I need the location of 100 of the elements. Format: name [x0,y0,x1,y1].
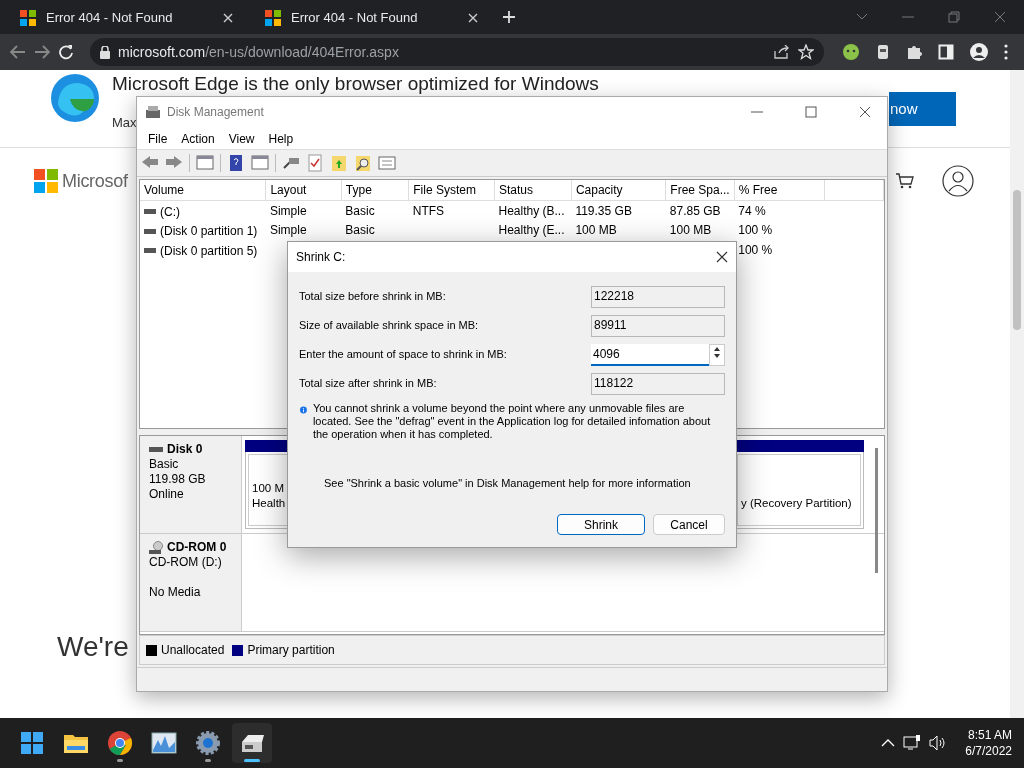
drive-icon [144,228,156,234]
volume-icon[interactable] [929,735,948,751]
more-icon[interactable] [1004,44,1008,60]
table-cell-text: Basic [345,222,375,240]
lock-icon [100,45,110,59]
microsoft-logo-icon [34,169,58,193]
star-icon[interactable] [798,44,814,60]
disk-info: 119.98 GB [149,472,207,487]
chevron-down-icon[interactable] [856,13,868,21]
account-icon[interactable] [942,165,974,197]
browser-tab[interactable]: Error 404 - Not Found [245,2,490,34]
column-header[interactable]: Free Spa... [665,180,735,201]
extension-icon[interactable] [876,43,890,61]
table-cell-text: Simple [269,222,307,240]
volume-name: (C:) [160,203,180,221]
table-cell-text: 100 % [738,241,773,259]
restore-icon[interactable] [948,11,960,23]
field-label: Size of available shrink space in MB: [299,318,480,334]
scrollbar[interactable] [1010,70,1024,718]
table-cell-text: Healthy (B... [498,202,565,220]
cancel-button[interactable]: Cancel [653,514,725,535]
url-text: microsoft.com/en-us/download/404Error.aspx [118,42,399,62]
address-bar[interactable]: microsoft.com/en-us/download/404Error.aspx [90,38,824,66]
up-arrow-icon [714,346,720,351]
back-icon[interactable] [10,45,26,59]
readonly-field: 118122 [591,372,725,395]
disk-info: CD-ROM (D:) [149,555,223,570]
column-header[interactable]: Volume [140,180,266,201]
action-pane-icon[interactable] [251,154,269,172]
tab-title: Error 404 - Not Found [291,9,419,28]
legend-label: Unallocated [161,642,225,659]
number-field[interactable]: 4096 [591,343,709,366]
profile-icon[interactable] [970,43,988,61]
chrome-icon [107,730,133,756]
table-cell-text: Healthy (E... [498,222,565,240]
extension-face-icon[interactable] [842,43,860,61]
shrink-button[interactable]: Shrink [557,514,645,535]
window-title: Disk Management [167,104,265,121]
side-panel-icon[interactable] [938,44,954,60]
drive-icon [144,209,156,214]
checklist-icon[interactable] [306,154,324,172]
scrollbar[interactable] [875,448,878,573]
disk-info: Online [149,487,185,502]
disk-info: No Media [149,585,202,600]
puzzle-icon[interactable] [906,44,922,60]
table-cell-text: Basic [345,202,375,220]
new-tab-icon[interactable] [502,10,516,24]
forward-icon[interactable] [34,45,50,59]
microsoft-logo-icon [20,10,36,26]
folder-up-icon[interactable] [330,154,348,172]
banner-title: Microsoft Edge is the only browser optimized for Windows [112,73,599,94]
column-header[interactable]: Layout [265,180,342,201]
table-cell-text: 100 % [738,222,773,240]
menu-item[interactable]: View [221,127,262,149]
share-icon[interactable] [774,45,790,59]
maximize-icon[interactable] [805,106,817,118]
chevron-up-icon[interactable] [881,739,896,747]
volume-name: (Disk 0 partition 5) [160,242,258,260]
field-label: Enter the amount of space to shrink in MB: [299,347,508,363]
column-header[interactable]: Type [341,180,409,201]
menu-item[interactable]: Action [174,127,222,149]
table-cell-text: 87.85 GB [669,202,721,220]
start-icon [19,730,45,756]
logo-text: Microsof [62,169,128,193]
table-cell-text: NTFS [412,202,445,220]
help-icon[interactable] [227,154,245,172]
column-header[interactable]: Capacity [571,180,666,201]
console-tree-icon[interactable] [196,154,214,172]
readonly-field: 122218 [591,285,725,308]
partition-block[interactable]: y (Recovery Partition) [737,454,861,526]
spin-buttons[interactable] [709,343,725,366]
network-icon[interactable] [903,735,922,751]
gear-icon [195,730,221,756]
taskbar-button[interactable] [232,723,272,763]
reload-icon[interactable] [58,44,74,60]
search-icon[interactable] [354,154,372,172]
menu-item[interactable]: File [141,127,175,149]
field-label: Total size after shrink in MB: [299,376,438,392]
column-header[interactable]: Status [494,180,572,201]
column-header[interactable]: % Free [734,180,825,201]
legend-label: Primary partition [247,642,335,659]
close-icon[interactable] [716,251,728,263]
download-button[interactable]: now [889,92,956,126]
drive-icon [144,248,156,253]
down-arrow-icon [714,353,720,358]
field-label: Total size before shrink in MB: [299,289,447,305]
close-icon[interactable] [859,106,871,118]
dialog-title: Shrink C: [296,249,346,266]
browser-tab[interactable]: Error 404 - Not Found [0,2,245,34]
table-cell-text: 100 MB [575,222,617,240]
clock[interactable]: 8:51 AM 6/7/2022 [965,727,1012,759]
table-cell-text: 74 % [738,202,766,220]
volume-name: (Disk 0 partition 1) [160,223,258,240]
menu-item[interactable]: Help [261,127,301,149]
cd-drive-icon [149,540,163,555]
page-heading: We're [57,630,129,664]
cart-icon[interactable] [896,173,914,189]
table-cell-text: 100 MB [669,222,712,240]
column-header[interactable]: File System [408,180,495,201]
edge-logo-icon [50,73,100,123]
